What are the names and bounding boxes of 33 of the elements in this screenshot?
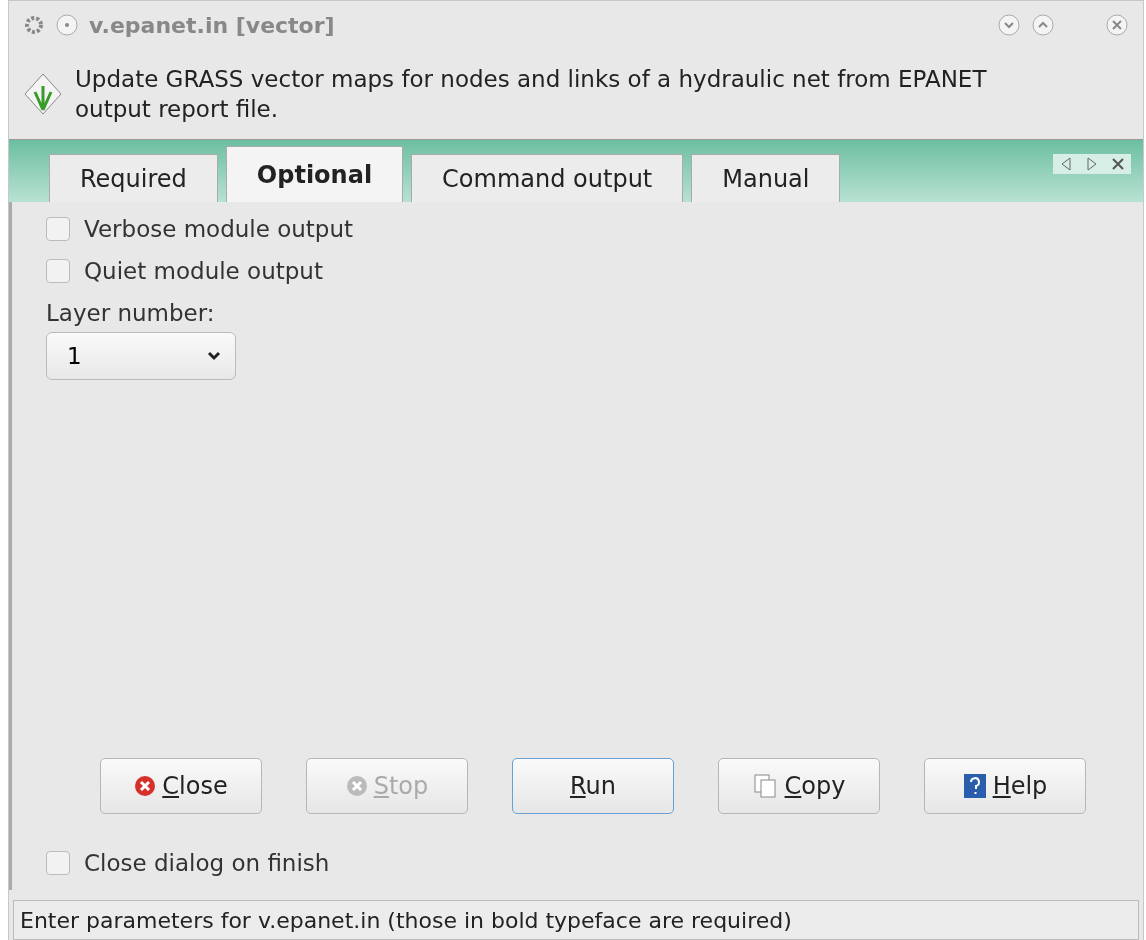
scroll-left-icon[interactable] bbox=[1059, 156, 1073, 172]
help-icon bbox=[962, 773, 987, 799]
status-bar: Enter parameters for v.epanet.in (those in bold typeface are required) bbox=[13, 900, 1139, 940]
chevron-down-icon bbox=[207, 351, 221, 361]
help-button[interactable]: Help bbox=[924, 758, 1086, 814]
copy-icon bbox=[752, 773, 779, 799]
checkbox[interactable] bbox=[46, 851, 70, 875]
checkbox-label: Close dialog on finish bbox=[84, 850, 330, 876]
menu-icon[interactable] bbox=[55, 13, 79, 37]
maximize-icon[interactable] bbox=[1031, 13, 1055, 37]
checkbox[interactable] bbox=[46, 259, 70, 283]
tab[interactable]: Command output bbox=[411, 154, 684, 202]
copy-button[interactable]: Copy bbox=[718, 758, 880, 814]
checkbox-label: Verbose module output bbox=[84, 216, 354, 242]
gear-icon bbox=[23, 14, 45, 36]
window-title: v.epanet.in [vector] bbox=[89, 12, 336, 38]
tab[interactable]: Manual bbox=[691, 154, 841, 202]
tab[interactable]: Optional bbox=[225, 146, 404, 202]
field-label: Layer number: bbox=[46, 300, 216, 326]
close-icon[interactable] bbox=[1111, 156, 1125, 172]
layer-dropdown[interactable]: 1 bbox=[46, 332, 236, 380]
stop-icon bbox=[345, 775, 368, 797]
checkbox[interactable] bbox=[46, 217, 70, 241]
run-button[interactable]: Run bbox=[512, 758, 674, 814]
tab[interactable]: Required bbox=[49, 154, 218, 202]
scroll-right-icon[interactable] bbox=[1085, 156, 1099, 172]
close-button[interactable]: Close bbox=[100, 758, 262, 814]
checkbox-label: Quiet module output bbox=[84, 258, 323, 284]
minimize-icon[interactable] bbox=[997, 13, 1021, 37]
close-icon[interactable] bbox=[1105, 13, 1129, 37]
module-description: Update GRASS vector maps for nodes and links of a hydraulic net from EPANET output report file. bbox=[75, 65, 988, 124]
error-icon bbox=[134, 775, 157, 797]
grass-logo-icon bbox=[23, 72, 63, 116]
